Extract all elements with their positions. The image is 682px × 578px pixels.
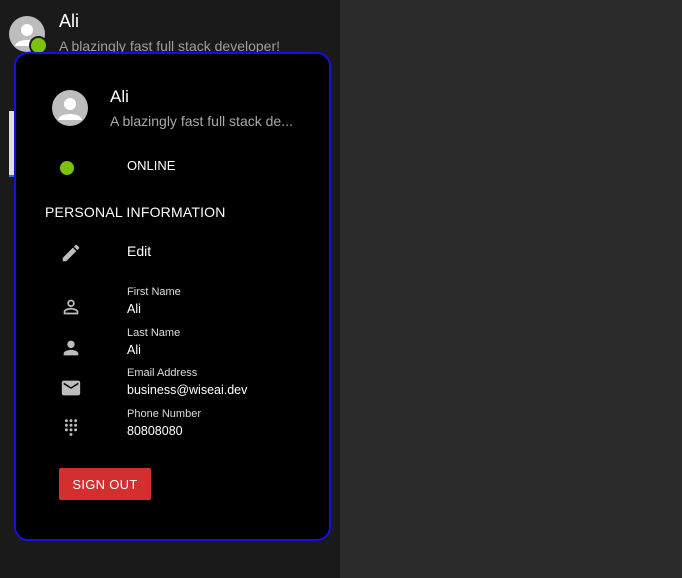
chat-area (340, 0, 682, 578)
email-label: Email Address (127, 367, 198, 379)
current-user-header[interactable]: Ali A blazingly fast full stack develope… (0, 0, 340, 60)
section-title: PERSONAL INFORMATION (45, 204, 226, 220)
edit-icon[interactable] (60, 242, 82, 264)
default-avatar-icon (58, 98, 82, 120)
last-name-label: Last Name (127, 327, 181, 339)
profile-name: Ali (110, 87, 129, 106)
first-name-value: Ali (127, 302, 141, 316)
profile-avatar (52, 90, 88, 126)
status-label: ONLINE (127, 158, 176, 173)
profile-card: Ali A blazingly fast full stack de... ON… (14, 52, 331, 541)
dialpad-icon (60, 417, 82, 439)
last-name-value: Ali (127, 343, 141, 357)
profile-bio: A blazingly fast full stack de... (110, 113, 293, 129)
sign-out-button[interactable]: SIGN OUT (59, 468, 151, 500)
phone-label: Phone Number (127, 408, 201, 420)
edit-button[interactable]: Edit (127, 243, 151, 259)
online-status-dot (60, 161, 74, 175)
person-outline-icon (60, 296, 82, 318)
email-icon (60, 377, 82, 399)
person-icon (60, 337, 82, 359)
first-name-label: First Name (127, 286, 181, 298)
phone-value: 80808080 (127, 424, 183, 438)
header-user-name: Ali (59, 11, 80, 31)
email-value: business@wiseai.dev (127, 383, 248, 397)
